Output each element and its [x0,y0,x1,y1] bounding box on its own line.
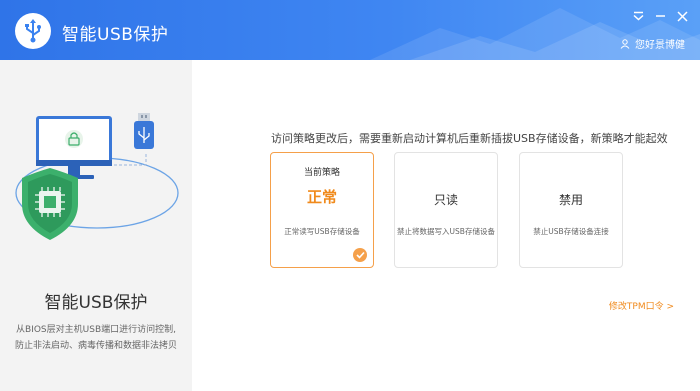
policy-name: 只读 [433,193,458,207]
policy-name: 正常 [306,188,337,206]
title-bar: 智能USB保护 您好景博健 [0,0,700,60]
selected-check-icon [353,248,367,262]
mountain-decoration [370,8,700,60]
sidebar-desc-line-2: 防止非法启动、病毒传播和数据非法拷贝 [14,341,177,351]
sidebar-desc-line-1: 从BIOS层对主机USB端口进行访问控制, [16,325,176,335]
app-title: 智能USB保护 [62,25,169,45]
usb-protection-illustration [15,113,179,240]
usb-icon [25,19,41,43]
policy-description: 正常读写USB存储设备 [284,227,360,236]
sidebar-title: 智能USB保护 [44,293,148,313]
policy-card-disabled[interactable]: 禁用 禁止USB存储设备连接 [519,152,623,268]
dropdown-icon [633,11,643,21]
policy-card-normal[interactable]: 当前策略 正常 正常读写USB存储设备 [270,152,374,268]
app-logo [15,13,51,49]
close-icon [676,10,688,22]
sidebar: 智能USB保护 从BIOS层对主机USB端口进行访问控制, 防止非法启动、病毒传… [0,60,192,391]
policy-description: 禁止将数据写入USB存储设备 [397,227,495,236]
dropdown-button[interactable] [630,8,646,24]
minimize-button[interactable] [652,8,668,24]
minimize-icon [655,15,665,17]
policy-notice: 访问策略更改后，需要重新启动计算机后重新插拔USB存储设备，新策略才能起效 [271,132,668,145]
close-button[interactable] [674,8,690,24]
sidebar-description: 从BIOS层对主机USB端口进行访问控制, 防止非法启动、病毒传播和数据非法拷贝 [0,322,192,354]
change-tpm-password-link[interactable]: 修改TPM口令 > [609,299,674,312]
user-name: 您好景博健 [635,40,685,51]
policy-name: 禁用 [558,193,583,207]
user-account[interactable]: 您好景博健 [620,36,685,51]
policy-description: 禁止USB存储设备连接 [533,227,609,236]
user-icon [620,38,630,49]
current-policy-tag: 当前策略 [303,168,340,178]
policy-card-readonly[interactable]: 只读 禁止将数据写入USB存储设备 [394,152,498,268]
